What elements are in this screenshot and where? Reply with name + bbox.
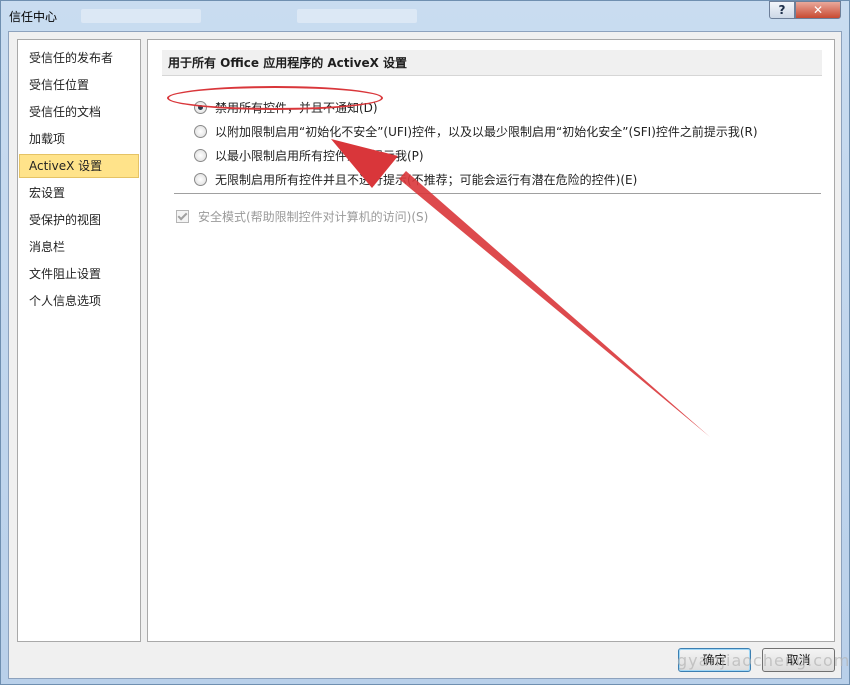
ok-button[interactable]: 确定 — [678, 648, 751, 672]
radio-label: 以最小限制启用所有控件之前提示我(P) — [215, 148, 424, 163]
safe-mode-label: 安全模式(帮助限制控件对计算机的访问)(S) — [198, 209, 429, 224]
settings-panel: 用于所有 Office 应用程序的 ActiveX 设置 禁用所有控件，并且不通… — [147, 39, 835, 642]
title-bar: 信任中心 ? ✕ — [1, 1, 849, 31]
safe-mode-checkbox-row: 安全模式(帮助限制控件对计算机的访问)(S) — [176, 206, 428, 226]
radio-label: 禁用所有控件，并且不通知(D) — [215, 100, 378, 115]
window-title: 信任中心 — [9, 10, 58, 24]
radio-prompt-ufi-sfi[interactable]: 以附加限制启用“初始化不安全”(UFI)控件，以及以最少限制启用“初始化安全”(… — [194, 121, 758, 141]
sidebar-item-trusted-documents[interactable]: 受信任的文档 — [19, 100, 139, 124]
radio-prompt-minimal[interactable]: 以最小限制启用所有控件之前提示我(P) — [194, 145, 424, 165]
divider — [174, 193, 821, 197]
sidebar-item-trusted-publishers[interactable]: 受信任的发布者 — [19, 46, 139, 70]
safe-mode-checkbox — [176, 209, 189, 223]
sidebar-item-file-block-settings[interactable]: 文件阻止设置 — [19, 262, 139, 286]
radio-label: 无限制启用所有控件并且不进行提示(不推荐；可能会运行有潜在危险的控件)(E) — [215, 172, 638, 187]
sidebar-item-macro-settings[interactable]: 宏设置 — [19, 181, 139, 205]
radio-enable-all-no-prompt[interactable]: 无限制启用所有控件并且不进行提示(不推荐；可能会运行有潜在危险的控件)(E) — [194, 169, 637, 189]
sidebar-item-protected-view[interactable]: 受保护的视图 — [19, 208, 139, 232]
help-button[interactable]: ? — [769, 1, 795, 19]
radio-button[interactable] — [194, 172, 207, 186]
background-tab-blur — [297, 9, 417, 23]
sidebar-item-add-ins[interactable]: 加载项 — [19, 127, 139, 151]
dialog-body: 受信任的发布者 受信任位置 受信任的文档 加载项 ActiveX 设置 宏设置 … — [8, 31, 842, 679]
radio-button[interactable] — [194, 124, 207, 138]
sidebar-item-activex-settings[interactable]: ActiveX 设置 — [19, 154, 139, 178]
section-title: 用于所有 Office 应用程序的 ActiveX 设置 — [162, 50, 822, 76]
cancel-button[interactable]: 取消 — [762, 648, 835, 672]
sidebar-item-privacy-options[interactable]: 个人信息选项 — [19, 289, 139, 313]
radio-disable-all-controls[interactable]: 禁用所有控件，并且不通知(D) — [194, 97, 378, 117]
radio-button[interactable] — [194, 148, 207, 162]
radio-label: 以附加限制启用“初始化不安全”(UFI)控件，以及以最少限制启用“初始化安全”(… — [215, 124, 758, 139]
sidebar-item-message-bar[interactable]: 消息栏 — [19, 235, 139, 259]
help-icon: ? — [778, 3, 786, 17]
trust-center-dialog: 信任中心 ? ✕ 受信任的发布者 受信任位置 受信任的文档 加载项 Active… — [0, 0, 850, 685]
sidebar-item-trusted-locations[interactable]: 受信任位置 — [19, 73, 139, 97]
background-tab-blur — [81, 9, 201, 23]
sidebar: 受信任的发布者 受信任位置 受信任的文档 加载项 ActiveX 设置 宏设置 … — [17, 39, 141, 642]
close-button[interactable]: ✕ — [795, 1, 841, 19]
close-icon: ✕ — [812, 3, 824, 17]
radio-button-selected[interactable] — [194, 100, 207, 114]
